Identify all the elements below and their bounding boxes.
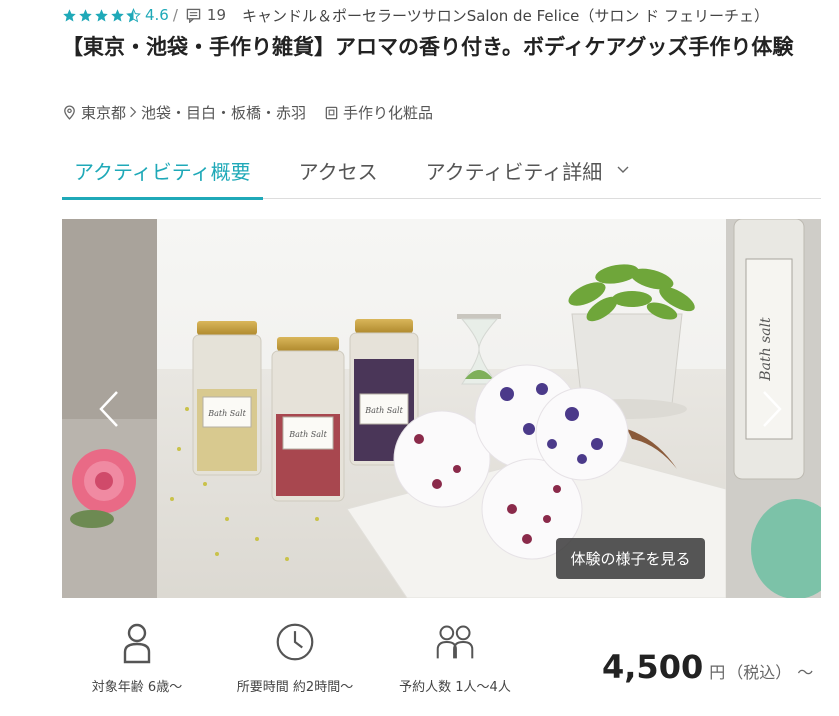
star-icon xyxy=(79,8,92,21)
area-link[interactable]: 池袋・目白・板橋・赤羽 xyxy=(141,102,306,123)
chevron-right-icon xyxy=(130,106,137,118)
chevron-left-icon xyxy=(99,391,118,427)
tab-overview[interactable]: アクティビティ概要 xyxy=(62,144,263,200)
review-icon xyxy=(186,8,201,23)
carousel-prev-button[interactable] xyxy=(89,384,129,434)
shop-name-link[interactable]: キャンドル＆ポーセラーツサロンSalon de Felice（サロン ド フェリ… xyxy=(242,5,769,26)
rating-stars xyxy=(62,7,141,23)
chevron-right-icon xyxy=(763,391,782,427)
duration-info: 所要時間 約2時間〜 xyxy=(220,620,370,695)
star-icon xyxy=(63,8,76,21)
rating-row: 4.6 / 19 キャンドル＆ポーセラーツサロンSalon de Felice（… xyxy=(62,4,769,26)
price-amount: 4,500 xyxy=(602,648,704,686)
people-label: 予約人数 1人〜4人 xyxy=(399,680,511,695)
review-count[interactable]: 19 xyxy=(207,6,226,24)
activity-info: 対象年齢 6歳〜 所要時間 約2時間〜 予約人数 1人〜4人 4,500 円 （… xyxy=(62,620,821,710)
prefecture-link[interactable]: 東京都 xyxy=(81,102,126,123)
group-icon xyxy=(436,625,474,659)
rating-separator: / xyxy=(172,6,178,24)
people-info: 予約人数 1人〜4人 xyxy=(380,620,530,695)
page-title: 【東京・池袋・手作り雑貨】アロマの香り付き。ボディケアグッズ手作り体験 xyxy=(62,35,794,59)
jar-label-text: Bath Salt xyxy=(207,409,246,418)
price-unit: 円 xyxy=(709,663,726,682)
side-jar-label-text: Bath salt xyxy=(758,317,774,382)
tab-label: アクティビティ概要 xyxy=(74,160,251,184)
tab-label: アクティビティ詳細 xyxy=(425,160,603,184)
price-suffix: 〜 xyxy=(797,663,814,682)
photo-carousel: Bath Salt Bath Salt Bath Salt Bath salt … xyxy=(62,219,821,598)
carousel-next-button[interactable] xyxy=(752,384,792,434)
duration-label: 所要時間 約2時間〜 xyxy=(236,680,354,695)
chevron-down-icon xyxy=(617,166,629,173)
person-icon xyxy=(123,623,151,664)
star-icon xyxy=(95,8,108,21)
location-row: 東京都 池袋・目白・板橋・赤羽 手作り化粧品 xyxy=(62,101,433,123)
star-icon xyxy=(111,8,124,21)
age-info: 対象年齢 6歳〜 xyxy=(62,620,212,695)
map-pin-icon xyxy=(64,104,75,120)
price: 4,500 円 （税込） 〜 xyxy=(602,648,813,686)
jar-label-text: Bath Salt xyxy=(364,406,403,415)
jar-label-text: Bath Salt xyxy=(288,430,327,439)
price-tax: （税込） xyxy=(727,663,792,682)
category-link[interactable]: 手作り化粧品 xyxy=(343,102,433,123)
category: 手作り化粧品 xyxy=(324,102,433,123)
tab-bar: アクティビティ概要 アクセス アクティビティ詳細 xyxy=(62,144,821,200)
view-experience-button[interactable]: 体験の様子を見る xyxy=(556,538,705,579)
half-star-icon xyxy=(126,7,141,22)
cosmetics-icon xyxy=(325,106,338,119)
tab-details[interactable]: アクティビティ詳細 xyxy=(414,144,643,199)
rating-value: 4.6 xyxy=(145,6,169,24)
tab-label: アクセス xyxy=(298,160,378,184)
clock-icon xyxy=(276,623,314,661)
age-label: 対象年齢 6歳〜 xyxy=(91,680,183,695)
tab-access[interactable]: アクセス xyxy=(287,144,390,199)
